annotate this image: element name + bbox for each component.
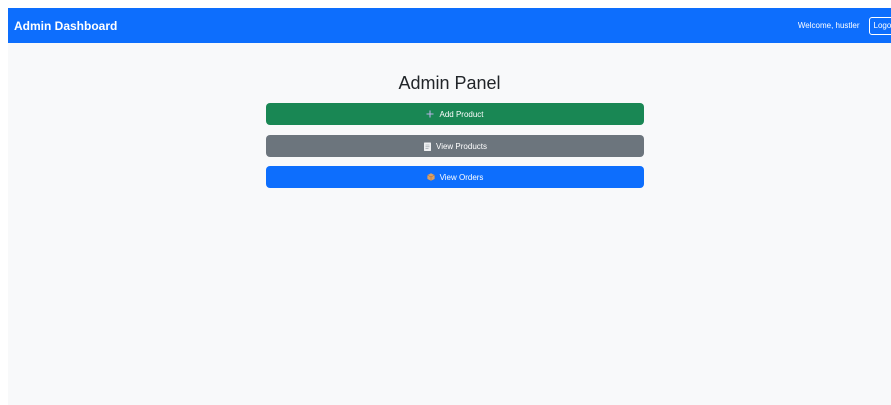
view-products-label: View Products — [436, 141, 487, 151]
brand[interactable]: Admin Dashboard — [14, 19, 117, 33]
view-products-button[interactable]: View Products — [266, 135, 644, 157]
navbar-right: Welcome, hustler Logout — [797, 16, 891, 35]
logout-button[interactable]: Logout — [868, 16, 891, 35]
clipboard-icon — [423, 142, 431, 151]
page-title: Admin Panel — [398, 73, 501, 93]
add-product-button[interactable]: Add Product — [266, 103, 644, 125]
page: Admin Dashboard Welcome, hustler Logout … — [8, 8, 891, 405]
logout-label: Logout — [873, 21, 891, 30]
view-orders-button[interactable]: View Orders — [266, 166, 644, 188]
add-product-label: Add Product — [439, 109, 484, 119]
navbar: Admin Dashboard Welcome, hustler Logout — [8, 8, 891, 43]
welcome-text: Welcome, hustler — [797, 21, 860, 30]
package-icon — [426, 173, 435, 182]
view-orders-label: View Orders — [439, 172, 484, 182]
plus-icon — [426, 110, 434, 119]
